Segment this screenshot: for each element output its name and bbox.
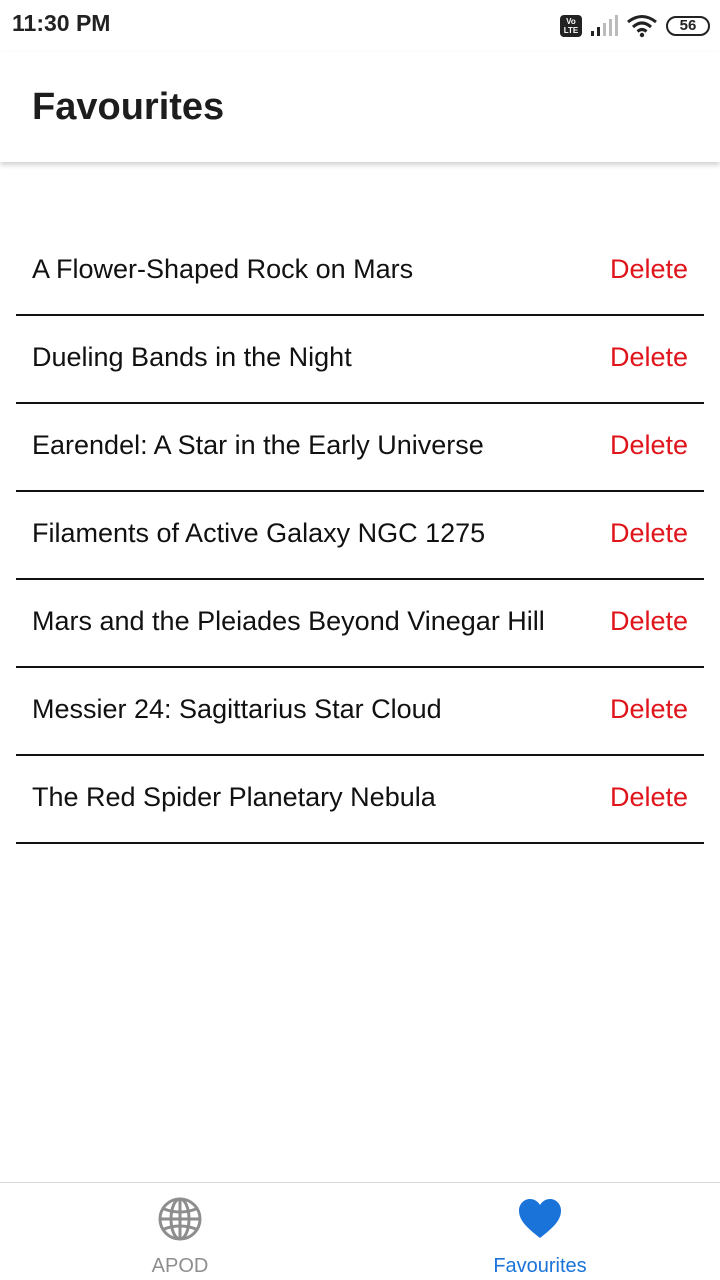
volte-top-label: Vo (566, 17, 576, 26)
heart-icon (519, 1199, 561, 1238)
tab-apod[interactable]: APOD (0, 1183, 360, 1280)
list-item[interactable]: Messier 24: Sagittarius Star Cloud Delet… (16, 668, 704, 756)
status-bar: 11:30 PM Vo LTE 56 (0, 0, 720, 52)
volte-icon: Vo LTE (560, 15, 582, 37)
delete-button[interactable]: Delete (610, 342, 688, 373)
status-icons: Vo LTE 56 (560, 12, 710, 40)
app-bar: Favourites (0, 52, 720, 162)
bottom-nav: APOD Favourites (0, 1182, 720, 1280)
list-item-title[interactable]: Filaments of Active Galaxy NGC 1275 (32, 518, 485, 549)
battery-icon: 56 (666, 16, 710, 36)
list-item-title[interactable]: A Flower-Shaped Rock on Mars (32, 254, 413, 285)
favourites-list: A Flower-Shaped Rock on Mars Delete Duel… (16, 228, 704, 844)
wifi-icon (627, 15, 657, 38)
list-item[interactable]: The Red Spider Planetary Nebula Delete (16, 756, 704, 844)
delete-button[interactable]: Delete (610, 782, 688, 813)
delete-button[interactable]: Delete (610, 254, 688, 285)
list-item[interactable]: A Flower-Shaped Rock on Mars Delete (16, 228, 704, 316)
list-item[interactable]: Filaments of Active Galaxy NGC 1275 Dele… (16, 492, 704, 580)
list-item[interactable]: Earendel: A Star in the Early Universe D… (16, 404, 704, 492)
signal-icon (591, 15, 618, 36)
delete-button[interactable]: Delete (610, 430, 688, 461)
screen: 11:30 PM Vo LTE 56 Favourites A Flower-S… (0, 0, 720, 1280)
tab-favourites[interactable]: Favourites (360, 1183, 720, 1280)
globe-icon (158, 1197, 202, 1241)
delete-button[interactable]: Delete (610, 518, 688, 549)
delete-button[interactable]: Delete (610, 694, 688, 725)
page-title: Favourites (32, 86, 225, 128)
list-item[interactable]: Dueling Bands in the Night Delete (16, 316, 704, 404)
list-item-title[interactable]: Mars and the Pleiades Beyond Vinegar Hil… (32, 606, 545, 637)
tab-apod-label: APOD (151, 1255, 209, 1277)
list-item-title[interactable]: Earendel: A Star in the Early Universe (32, 430, 484, 461)
list-item-title[interactable]: Dueling Bands in the Night (32, 342, 352, 373)
battery-level: 56 (679, 17, 697, 34)
delete-button[interactable]: Delete (610, 606, 688, 637)
tab-favourites-label: Favourites (493, 1255, 587, 1277)
list-item-title[interactable]: The Red Spider Planetary Nebula (32, 782, 436, 813)
status-time: 11:30 PM (12, 10, 111, 36)
volte-bottom-label: LTE (563, 26, 579, 35)
list-item[interactable]: Mars and the Pleiades Beyond Vinegar Hil… (16, 580, 704, 668)
list-item-title[interactable]: Messier 24: Sagittarius Star Cloud (32, 694, 442, 725)
